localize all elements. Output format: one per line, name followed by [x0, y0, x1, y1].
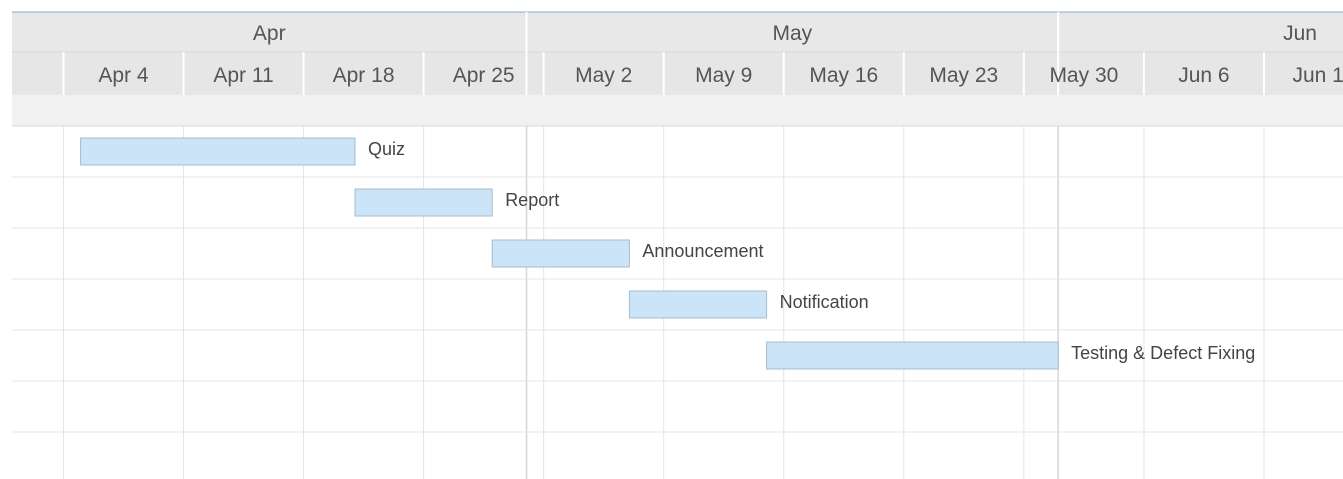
week-label: Apr 4	[98, 64, 149, 87]
week-label: Jun 13	[1292, 64, 1343, 87]
task-label: Announcement	[642, 241, 763, 261]
week-label: May 9	[695, 64, 752, 87]
month-label: May	[772, 22, 812, 45]
task-bar	[354, 188, 493, 217]
task-label: Quiz	[368, 139, 405, 159]
header-spacer-bg	[12, 95, 1343, 126]
task-bar	[491, 239, 630, 268]
week-label: May 23	[929, 64, 998, 87]
task-bar	[80, 137, 356, 166]
week-label: Apr 11	[213, 64, 273, 87]
month-header-bg	[12, 12, 1343, 52]
week-label: Apr 25	[453, 64, 515, 87]
task-bar	[766, 341, 1059, 370]
task-label: Notification	[780, 292, 869, 312]
week-label: May 2	[575, 64, 632, 87]
month-label: Jun	[1283, 22, 1317, 45]
week-label: May 30	[1049, 64, 1118, 87]
task-bar	[628, 290, 768, 319]
month-label: Apr	[253, 22, 286, 45]
gantt-chart: Apr May Jun Apr 4 Apr 11 Apr 18 Apr 25 May 2 Ma…	[0, 0, 1343, 479]
week-label: Jun 6	[1178, 64, 1229, 87]
task-label: Testing & Defect Fixing	[1071, 343, 1255, 363]
task-label: Report	[505, 190, 559, 210]
week-label: Apr 18	[333, 64, 395, 87]
week-label: May 16	[809, 64, 878, 87]
